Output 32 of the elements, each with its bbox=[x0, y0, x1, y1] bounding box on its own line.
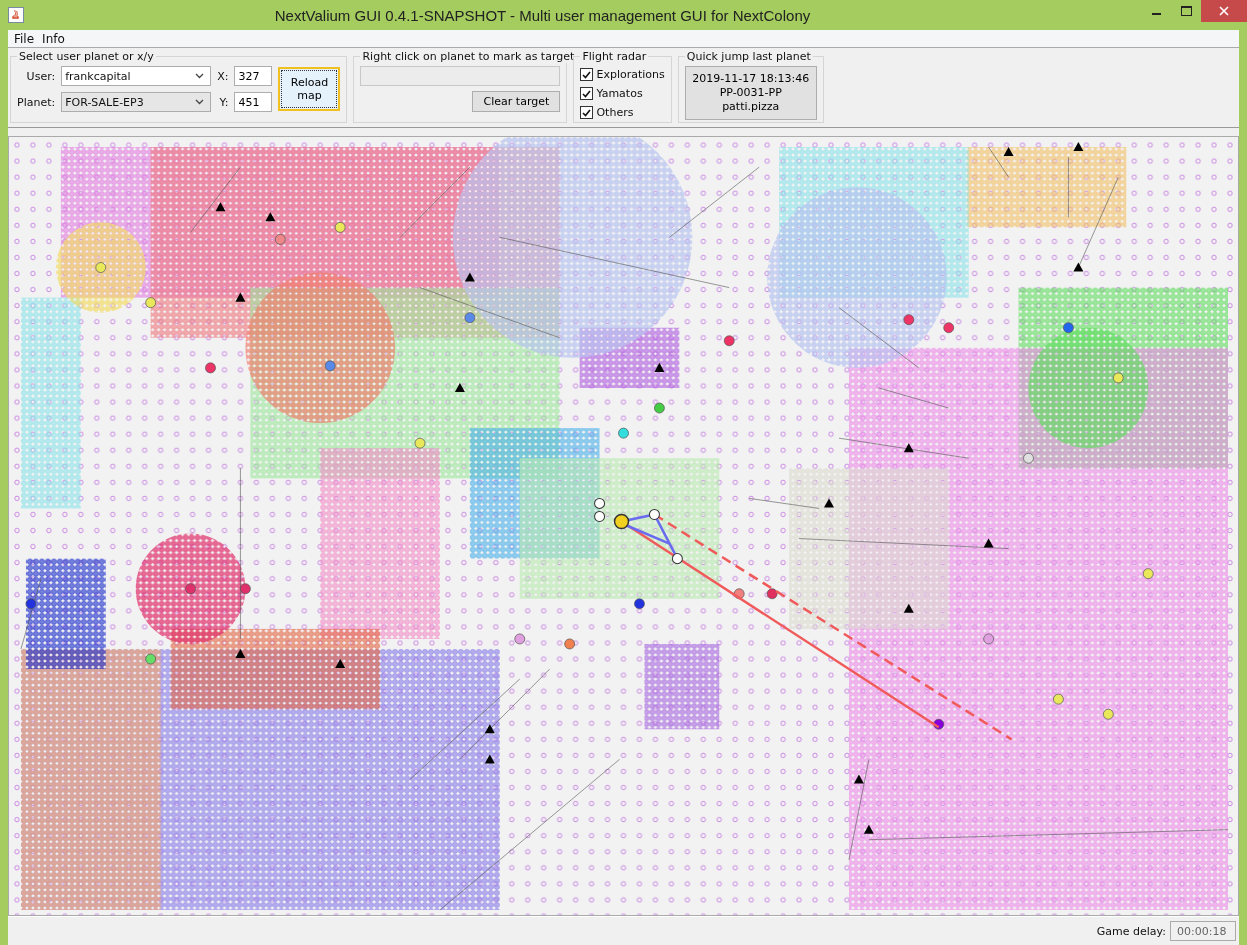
chevron-icon bbox=[195, 73, 205, 79]
quick-jump-button[interactable]: 2019-11-17 18:13:46 PP-0031-PP patti.pizza bbox=[684, 66, 817, 120]
field-label: Y: bbox=[218, 95, 229, 109]
clear-target-button[interactable]: Clear target bbox=[472, 91, 561, 112]
checkbox[interactable] bbox=[580, 68, 594, 81]
planet-dropdown[interactable]: FOR-SALE-EP3 bbox=[61, 92, 212, 112]
panel-title: Quick jump last planet bbox=[685, 50, 812, 63]
menu-item[interactable]: Info bbox=[38, 31, 69, 46]
window-title: NextValium GUI 0.4.1-SNAPSHOT - Multi user management GUI for NextColony bbox=[273, 6, 812, 24]
y-field[interactable]: 451 bbox=[234, 92, 273, 112]
checkbox[interactable] bbox=[580, 87, 594, 100]
maximize-icon bbox=[1180, 6, 1192, 16]
user-dropdown[interactable]: frankcapital bbox=[61, 66, 212, 86]
field-label: Planet: bbox=[17, 95, 56, 109]
reload-map-button[interactable]: Reload map bbox=[278, 67, 341, 111]
checkbox-label: Yamatos bbox=[596, 87, 643, 100]
checkbox-label: Others bbox=[596, 106, 634, 119]
menu-item[interactable]: File bbox=[10, 31, 39, 46]
game-delay-field[interactable]: 00:00:18 bbox=[1170, 921, 1236, 941]
chevron-icon bbox=[195, 99, 205, 105]
panel-title: Flight radar bbox=[581, 50, 648, 63]
java-cup-icon bbox=[8, 7, 24, 23]
checkbox[interactable] bbox=[580, 106, 594, 119]
panel-title: Select user planet or x/y bbox=[18, 50, 155, 63]
checkbox-label: Explorations bbox=[596, 68, 665, 81]
minimize-icon bbox=[1151, 13, 1161, 15]
close-icon bbox=[1219, 6, 1229, 16]
panel-title: Right click on planet to mark as target bbox=[361, 50, 576, 63]
x-field[interactable]: 327 bbox=[234, 66, 273, 86]
field-label: X: bbox=[217, 69, 229, 83]
game-delay-label: Game delay: bbox=[1096, 924, 1166, 938]
field-label: User: bbox=[25, 69, 56, 83]
